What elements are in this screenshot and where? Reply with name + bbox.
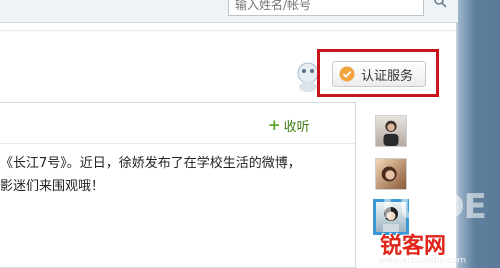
- certification-service-button[interactable]: 认证服务: [332, 61, 426, 87]
- verified-badge-icon: [339, 66, 355, 82]
- search-icon: [433, 0, 447, 12]
- description-line: 《长江7号》。近日，徐娇发布了在学校生活的微博，: [0, 156, 301, 171]
- divider: [0, 30, 458, 31]
- plus-icon: +: [268, 116, 281, 134]
- post-description: 《长江7号》。近日，徐娇发布了在学校生活的微博， 影迷们来围观哦！: [0, 152, 330, 198]
- search-button[interactable]: [430, 0, 450, 14]
- background-strip: [458, 0, 500, 268]
- follow-link[interactable]: + 收听: [268, 116, 310, 135]
- watermark-text: TUIDE: [376, 187, 487, 227]
- brand-url: www.xizaolabs.com: [378, 256, 467, 266]
- cert-button-label: 认证服务: [361, 68, 414, 84]
- divider: [0, 143, 355, 144]
- description-line: 影迷们来围观哦！: [0, 179, 105, 194]
- avatar[interactable]: [375, 115, 407, 147]
- avatar[interactable]: [375, 158, 407, 190]
- top-bar: [0, 0, 458, 23]
- search-input[interactable]: [228, 0, 424, 16]
- follow-label: 收听: [283, 119, 310, 135]
